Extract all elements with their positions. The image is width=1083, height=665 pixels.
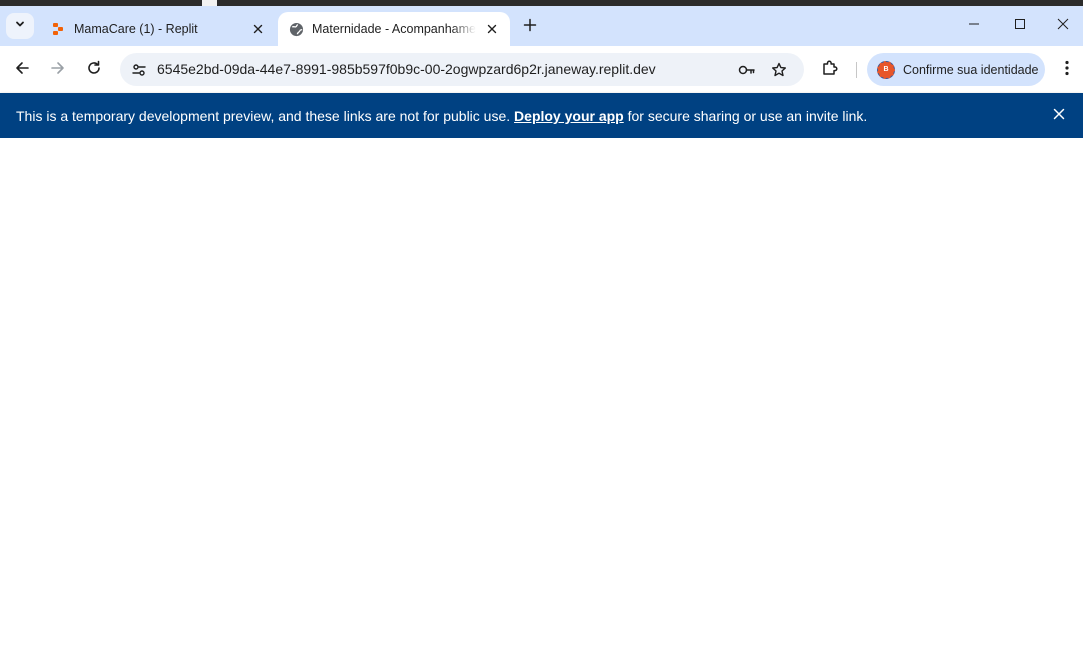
back-button[interactable] (8, 56, 36, 84)
tab-maternidade[interactable]: Maternidade - Acompanhamento (278, 12, 510, 46)
password-key-icon[interactable] (736, 59, 758, 81)
globe-icon (288, 21, 304, 37)
reload-button[interactable] (80, 56, 108, 84)
banner-message: This is a temporary development preview,… (16, 108, 867, 124)
bookmark-star-icon[interactable] (768, 59, 790, 81)
maximize-button[interactable] (997, 6, 1043, 46)
toolbar-divider (856, 62, 857, 78)
profile-label: Confirme sua identidade (903, 62, 1039, 77)
dismiss-banner-button[interactable] (1049, 106, 1069, 126)
close-window-button[interactable] (1043, 6, 1083, 46)
minimize-button[interactable] (951, 6, 997, 46)
site-settings-icon[interactable] (128, 59, 150, 81)
arrow-right-icon (50, 60, 66, 81)
tab-title: MamaCare (1) - Replit (74, 22, 198, 36)
banner-text-after: for secure sharing or use an invite link… (627, 108, 868, 124)
new-tab-button[interactable] (518, 15, 542, 39)
replit-icon (50, 21, 66, 37)
arrow-left-icon (14, 60, 30, 81)
close-tab-icon[interactable] (248, 19, 268, 39)
more-vert-icon (1065, 60, 1069, 81)
profile-identity-button[interactable]: B Confirme sua identidade (867, 53, 1045, 86)
browser-menu-button[interactable] (1053, 56, 1081, 84)
close-icon (1057, 17, 1069, 35)
tab-search-button[interactable] (6, 13, 34, 39)
minimize-icon (968, 17, 980, 35)
banner-text-before: This is a temporary development preview,… (16, 108, 511, 124)
page-content (0, 138, 1083, 665)
browser-toolbar: 6545e2bd-09da-44e7-8991-985b597f0b9c-00-… (0, 46, 1083, 93)
forward-button[interactable] (44, 56, 72, 84)
dev-preview-banner: This is a temporary development preview,… (0, 93, 1083, 138)
extensions-button[interactable] (816, 56, 844, 84)
tab-mamacare-replit[interactable]: MamaCare (1) - Replit (40, 12, 276, 46)
deploy-app-link[interactable]: Deploy your app (514, 108, 624, 124)
tab-strip: MamaCare (1) - Replit Maternidade - Acom… (0, 6, 1083, 46)
plus-icon (523, 18, 537, 37)
reload-icon (86, 60, 102, 81)
tab-title: Maternidade - Acompanhamento (312, 22, 476, 36)
puzzle-icon (821, 59, 839, 82)
avatar: B (877, 60, 895, 79)
chevron-down-icon (14, 17, 26, 35)
address-bar[interactable]: 6545e2bd-09da-44e7-8991-985b597f0b9c-00-… (120, 53, 804, 86)
close-tab-icon[interactable] (482, 19, 502, 39)
maximize-icon (1014, 17, 1026, 35)
close-icon (1053, 107, 1065, 125)
url-text[interactable]: 6545e2bd-09da-44e7-8991-985b597f0b9c-00-… (157, 61, 656, 77)
